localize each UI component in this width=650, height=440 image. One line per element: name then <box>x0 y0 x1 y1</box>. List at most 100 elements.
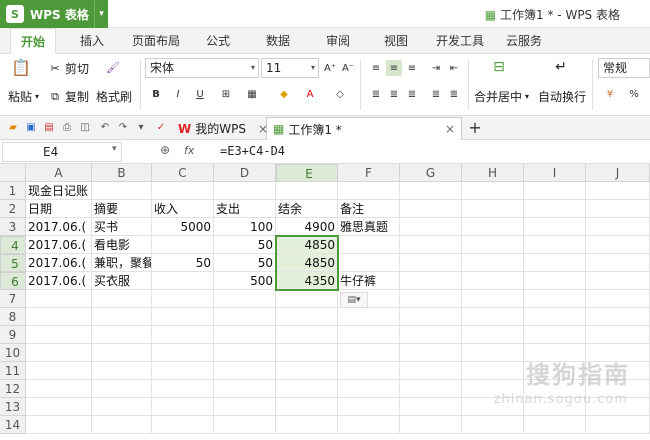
cell-a10[interactable] <box>26 344 92 362</box>
cell-c9[interactable] <box>152 326 214 344</box>
tab-my-wps[interactable]: W 我的WPS × <box>172 117 274 140</box>
paste-options-icon[interactable]: ▤▾ <box>340 292 368 308</box>
menu-cloud[interactable]: 云服务 <box>500 28 548 54</box>
cell-g11[interactable] <box>400 362 462 380</box>
format-painter-icon[interactable]: 🖌 <box>106 60 120 74</box>
column-header-d[interactable]: D <box>214 164 276 182</box>
cell-f9[interactable] <box>338 326 400 344</box>
underline-icon[interactable]: U <box>192 86 208 102</box>
cell-d3[interactable]: 100 <box>214 218 276 236</box>
cell-f8[interactable] <box>338 308 400 326</box>
cell-b4[interactable]: 看电影 <box>92 236 152 254</box>
cell-a11[interactable] <box>26 362 92 380</box>
cell-i3[interactable] <box>524 218 586 236</box>
zoom-search-icon[interactable]: ⊕ <box>160 143 170 157</box>
decrease-font-icon[interactable]: A⁻ <box>340 60 356 76</box>
font-name-select[interactable]: 宋体 ▾ <box>145 58 259 78</box>
name-box[interactable]: E4 <box>2 142 122 162</box>
cell-d14[interactable] <box>214 416 276 434</box>
cell-i5[interactable] <box>524 254 586 272</box>
cell-a8[interactable] <box>26 308 92 326</box>
cell-f4[interactable] <box>338 236 400 254</box>
row-header-7[interactable]: 7 <box>0 290 26 308</box>
paste-icon[interactable]: 📋 <box>11 58 31 77</box>
customize-dropdown-icon[interactable]: ▾ <box>134 120 148 134</box>
cell-a7[interactable] <box>26 290 92 308</box>
cell-b10[interactable] <box>92 344 152 362</box>
cell-c13[interactable] <box>152 398 214 416</box>
row-header-2[interactable]: 2 <box>0 200 26 218</box>
cell-j8[interactable] <box>586 308 650 326</box>
cell-j5[interactable] <box>586 254 650 272</box>
row-header-6[interactable]: 6 <box>0 272 26 290</box>
cell-d8[interactable] <box>214 308 276 326</box>
cell-a4[interactable]: 2017.06.( <box>26 236 92 254</box>
cell-g1[interactable] <box>400 182 462 200</box>
cell-f2[interactable]: 备注 <box>338 200 400 218</box>
cell-a14[interactable] <box>26 416 92 434</box>
cell-f11[interactable] <box>338 362 400 380</box>
app-dropdown-icon[interactable]: ▾ <box>94 0 108 28</box>
row-header-12[interactable]: 12 <box>0 380 26 398</box>
cell-f12[interactable] <box>338 380 400 398</box>
cell-e12[interactable] <box>276 380 338 398</box>
cell-h9[interactable] <box>462 326 524 344</box>
cell-a9[interactable] <box>26 326 92 344</box>
cell-b14[interactable] <box>92 416 152 434</box>
column-header-f[interactable]: F <box>338 164 400 182</box>
column-header-i[interactable]: I <box>524 164 586 182</box>
cell-e4[interactable]: 4850 <box>276 236 338 254</box>
cell-b8[interactable] <box>92 308 152 326</box>
menu-insert[interactable]: 插入 <box>74 28 110 54</box>
cell-i4[interactable] <box>524 236 586 254</box>
fx-icon[interactable]: fx <box>184 144 194 157</box>
cell-b3[interactable]: 买书 <box>92 218 152 236</box>
cell-c1[interactable] <box>152 182 214 200</box>
cell-h2[interactable] <box>462 200 524 218</box>
font-size-select[interactable]: 11 ▾ <box>261 58 319 78</box>
row-header-9[interactable]: 9 <box>0 326 26 344</box>
cell-a6[interactable]: 2017.06.( <box>26 272 92 290</box>
border-icon[interactable]: ⊞ <box>218 86 234 102</box>
cell-d7[interactable] <box>214 290 276 308</box>
cell-d12[interactable] <box>214 380 276 398</box>
cell-d2[interactable]: 支出 <box>214 200 276 218</box>
cell-f1[interactable] <box>338 182 400 200</box>
align-right-icon[interactable]: ≣ <box>404 86 420 102</box>
cell-c12[interactable] <box>152 380 214 398</box>
cell-h7[interactable] <box>462 290 524 308</box>
cell-e10[interactable] <box>276 344 338 362</box>
cut-button[interactable]: ✂ 剪切 <box>48 60 89 77</box>
indent-icon[interactable]: ⇥ <box>428 60 444 76</box>
cell-d6[interactable]: 500 <box>214 272 276 290</box>
cell-b2[interactable]: 摘要 <box>92 200 152 218</box>
tab-workbook1[interactable]: ▦ 工作簿1 * × <box>266 117 462 140</box>
cell-c10[interactable] <box>152 344 214 362</box>
menu-formula[interactable]: 公式 <box>200 28 236 54</box>
cell-g12[interactable] <box>400 380 462 398</box>
cell-g4[interactable] <box>400 236 462 254</box>
cell-g9[interactable] <box>400 326 462 344</box>
cell-c5[interactable]: 50 <box>152 254 214 272</box>
cell-j9[interactable] <box>586 326 650 344</box>
cell-e8[interactable] <box>276 308 338 326</box>
format-painter-button[interactable]: 格式刷 <box>96 88 132 105</box>
align-bottom-icon[interactable]: ≡ <box>404 60 420 76</box>
cell-a13[interactable] <box>26 398 92 416</box>
merge-center-button[interactable]: 合并居中 ▾ <box>474 88 529 105</box>
cell-b1[interactable] <box>92 182 152 200</box>
currency-icon[interactable]: ¥ <box>602 86 618 102</box>
cell-b12[interactable] <box>92 380 152 398</box>
increase-font-icon[interactable]: A⁺ <box>322 60 338 76</box>
cell-c7[interactable] <box>152 290 214 308</box>
cell-e1[interactable] <box>276 182 338 200</box>
cell-f10[interactable] <box>338 344 400 362</box>
row-header-11[interactable]: 11 <box>0 362 26 380</box>
menu-data[interactable]: 数据 <box>260 28 296 54</box>
cell-i1[interactable] <box>524 182 586 200</box>
cell-h1[interactable] <box>462 182 524 200</box>
cell-g7[interactable] <box>400 290 462 308</box>
copy-button[interactable]: ⧉ 复制 <box>48 88 89 105</box>
export-pdf-icon[interactable]: ▤ <box>42 120 56 134</box>
cell-e14[interactable] <box>276 416 338 434</box>
